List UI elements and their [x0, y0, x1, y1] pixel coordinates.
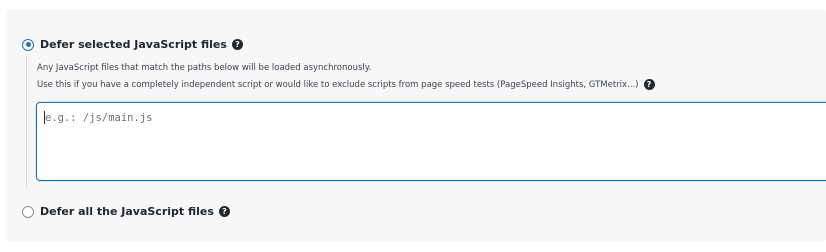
defer-selected-radio[interactable] [22, 38, 34, 51]
defer-selected-option[interactable]: Defer selected JavaScript files ? [22, 38, 243, 51]
defer-selected-label[interactable]: Defer selected JavaScript files [40, 38, 227, 51]
js-paths-textarea[interactable]: e.g.: /js/main.js [36, 102, 826, 181]
description-line-2: Use this if you have a completely indepe… [37, 79, 655, 90]
textarea-placeholder: e.g.: /js/main.js [45, 112, 153, 124]
help-icon[interactable]: ? [218, 206, 230, 217]
defer-all-radio[interactable] [22, 205, 34, 218]
help-icon[interactable]: ? [643, 79, 655, 90]
help-icon[interactable]: ? [231, 39, 243, 50]
description-text-1: Any JavaScript files that match the path… [37, 63, 372, 73]
defer-all-option[interactable]: Defer all the JavaScript files ? [22, 205, 230, 218]
defer-all-label[interactable]: Defer all the JavaScript files [40, 205, 214, 218]
description-line-1: Any JavaScript files that match the path… [37, 63, 371, 73]
description-text-2: Use this if you have a completely indepe… [37, 79, 639, 90]
text-caret [44, 111, 45, 124]
indent-divider [26, 55, 27, 189]
